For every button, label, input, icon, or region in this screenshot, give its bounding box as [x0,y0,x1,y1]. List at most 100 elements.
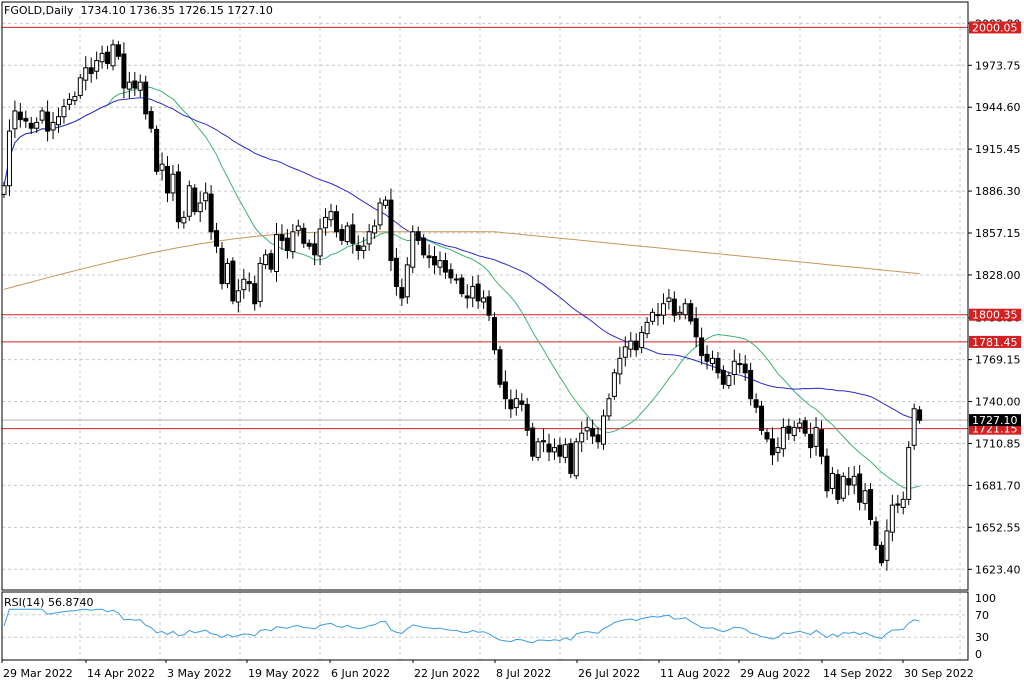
candle-body [263,254,269,266]
price-axis: 1623.40 1652.55 1681.70 1710.85 1740.00 1769.… [968,17,1021,576]
candle-body [868,489,874,521]
candle-body [333,211,339,233]
candle-body [459,277,465,295]
candle-body [497,349,503,385]
candle-body [840,475,846,499]
candle-body [17,111,23,121]
candle-body [759,405,765,431]
candle-body [573,441,579,477]
candle-body [530,427,536,457]
candle-body [154,128,160,172]
x-tick-label: 19 May 2022 [248,667,320,680]
candle-body [421,237,427,256]
candle-body [650,311,656,322]
candle-body [535,441,541,458]
candle-body [377,202,383,226]
candle-body [693,318,699,338]
candle-body [1,185,7,195]
candle-body [601,415,606,445]
candle-body [666,297,672,302]
candle-body [415,231,421,241]
candle-body [181,216,187,224]
candle-body [786,425,792,434]
chart-header: FGOLD,Daily 1734.10 1736.35 1726.15 1727… [4,4,273,17]
candle-body [72,96,78,102]
candle-body [900,498,906,508]
level-label: 2000.05 [972,21,1018,34]
candle-body [165,165,170,194]
candle-body [77,77,83,96]
candle-body [710,357,715,365]
candle-body [132,80,138,89]
y-tick-label: 1681.70 [975,479,1021,492]
candle-body [519,400,525,405]
candle-body [45,111,51,132]
candle-body [393,257,399,287]
candle-body [121,53,127,89]
candle-body [715,357,721,374]
candle-body [857,473,863,503]
candle-body [88,67,94,75]
candle-body [824,455,830,492]
candle-body [83,67,89,81]
candle-body [350,224,356,244]
candle-body [688,303,694,322]
candle-body [426,255,432,259]
candle-body [764,432,770,440]
candle-body [170,173,176,194]
y-tick-label: 1828.00 [975,269,1021,282]
candle-body [137,81,143,91]
candle-body [508,399,514,410]
rsi-label: RSI(14) [4,596,45,609]
candle-body [639,331,645,348]
candle-body [873,521,879,546]
candle-body [895,503,901,506]
candle-body [39,110,45,121]
candle-body [628,340,634,350]
candle-body [328,211,334,221]
candle-body [502,381,508,400]
candle-body [99,52,105,63]
y-tick-label: 1915.45 [975,143,1021,156]
candle-body [769,438,775,456]
candle-body [372,225,378,234]
candle-body [344,225,350,243]
candle-body [290,231,296,253]
candle-body [748,369,754,400]
candle-body [917,409,923,421]
candle-body [606,398,612,417]
candle-body [192,187,198,213]
rsi-tick-label: 70 [975,609,989,622]
candle-body [584,426,590,432]
candle-body [317,228,323,257]
candle-body [442,260,448,273]
candle-body [115,44,121,57]
candle-body [829,472,835,489]
x-tick-label: 11 Aug 2022 [660,667,730,680]
candle-body [737,363,743,366]
x-tick-label: 30 Sep 2022 [904,667,974,680]
candle-body [241,278,247,291]
x-tick-label: 14 Sep 2022 [823,667,893,680]
candle-body [235,290,241,303]
candle-body [622,346,628,358]
chart-canvas: 1623.40 1652.55 1681.70 1710.85 1740.00 1769.… [1,1,1021,680]
y-tick-label: 1710.85 [975,437,1021,450]
candle-body [720,369,726,385]
candle-body [274,234,279,272]
candle-body [295,225,301,232]
moving-average-50 [3,97,920,421]
rsi-tick-label: 100 [975,592,996,605]
candle-body [56,116,61,126]
candle-body [486,296,492,316]
candle-body [28,122,34,129]
candle-body [230,260,236,302]
candle-body [699,337,705,357]
candle-body [906,447,912,500]
y-tick-label: 1652.55 [975,521,1021,534]
rsi-axis: 0 30 70 100 [975,592,996,661]
candle-body [219,247,225,285]
candle-body [306,242,312,247]
candle-body [611,372,617,397]
candle-body [579,432,585,443]
